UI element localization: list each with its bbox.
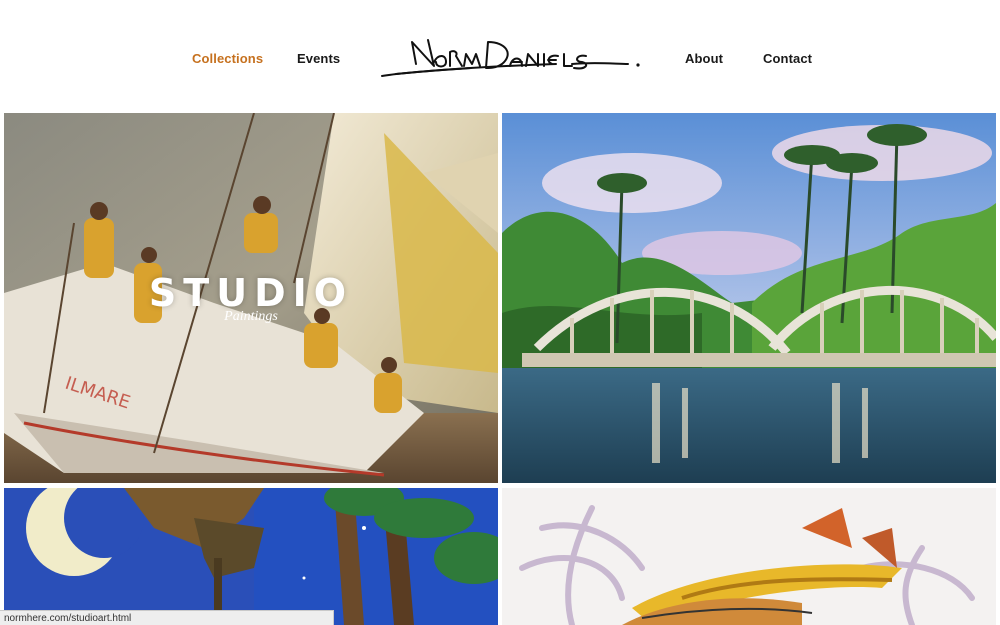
collection-tile-bridge[interactable]	[502, 113, 996, 483]
nav-collections[interactable]: Collections	[192, 51, 263, 66]
collection-tile-studio[interactable]: ILMARE STUDIO Paintings	[4, 113, 498, 483]
nav-contact[interactable]: Contact	[763, 51, 812, 66]
nav-events[interactable]: Events	[297, 51, 340, 66]
bridge-painting	[502, 113, 996, 483]
moonlight-painting	[4, 488, 498, 625]
browser-status-url: normhere.com/studioart.html	[0, 610, 334, 625]
collection-subtitle: Paintings	[224, 309, 278, 324]
nav-about[interactable]: About	[685, 51, 723, 66]
signature-logo[interactable]	[376, 34, 646, 84]
surfboard-painting	[502, 488, 996, 625]
collection-tile-surf[interactable]	[502, 488, 996, 625]
collection-tile-moon[interactable]	[4, 488, 498, 625]
site-header: Collections Events About Contact	[0, 0, 1000, 112]
